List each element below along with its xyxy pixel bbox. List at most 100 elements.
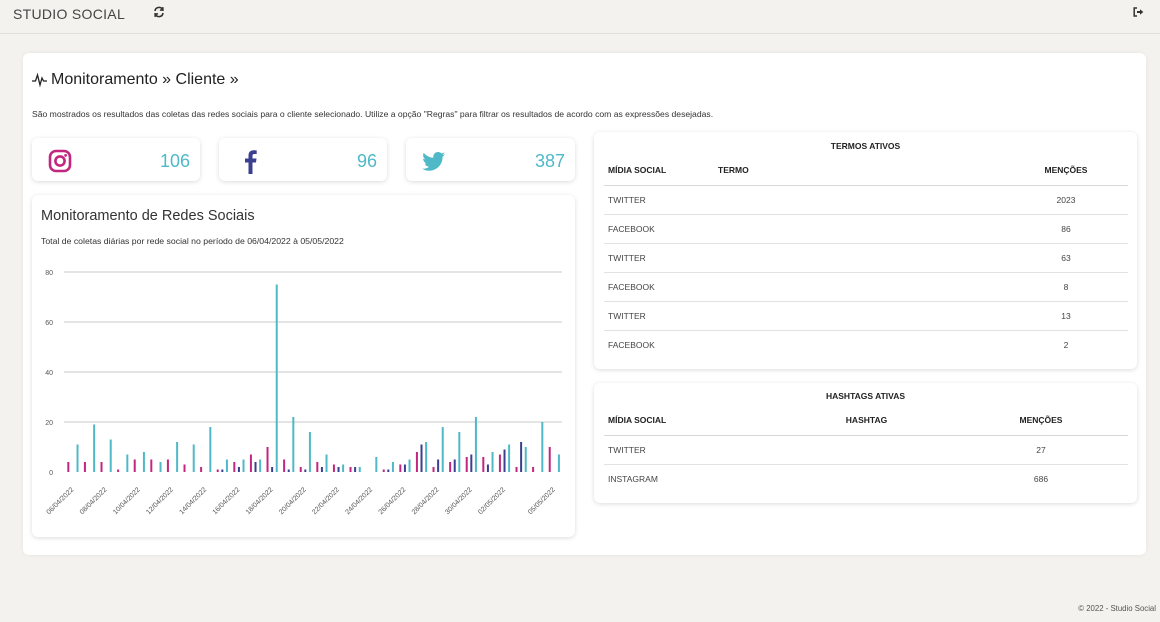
bar[interactable] bbox=[408, 459, 411, 473]
termos-row[interactable]: TWITTER 13 bbox=[604, 301, 1128, 331]
bar[interactable] bbox=[524, 447, 527, 472]
bar[interactable] bbox=[176, 442, 179, 472]
bar[interactable] bbox=[271, 467, 274, 472]
bar[interactable] bbox=[387, 469, 390, 473]
bar[interactable] bbox=[470, 454, 473, 473]
bar[interactable] bbox=[266, 447, 269, 472]
brand-name[interactable]: STUDIO SOCIAL bbox=[13, 6, 125, 22]
bar[interactable] bbox=[508, 444, 511, 473]
bar[interactable] bbox=[342, 464, 345, 473]
bar[interactable] bbox=[283, 459, 286, 473]
bar[interactable] bbox=[453, 459, 456, 473]
bar[interactable] bbox=[316, 462, 319, 472]
bar[interactable] bbox=[225, 459, 228, 473]
bar[interactable] bbox=[548, 447, 551, 472]
hashtags-row[interactable]: INSTAGRAM 686 bbox=[604, 464, 1128, 493]
bar[interactable] bbox=[375, 457, 378, 472]
bar[interactable] bbox=[354, 467, 357, 472]
bar[interactable] bbox=[432, 467, 435, 472]
bar[interactable] bbox=[159, 462, 162, 472]
bar[interactable] bbox=[337, 467, 340, 472]
bar[interactable] bbox=[242, 459, 245, 473]
x-tick-label: 02/05/2022 bbox=[477, 486, 507, 516]
facebook-stat-card[interactable]: 96 bbox=[219, 138, 387, 181]
bar[interactable] bbox=[515, 467, 518, 472]
bar[interactable] bbox=[491, 452, 494, 472]
hashtags-cell-midia: INSTAGRAM bbox=[608, 473, 658, 484]
bar[interactable] bbox=[420, 444, 423, 473]
bar[interactable] bbox=[183, 464, 186, 473]
bar[interactable] bbox=[503, 449, 506, 473]
hashtags-col-hashtag: HASHTAG bbox=[779, 405, 954, 436]
bar[interactable] bbox=[192, 444, 195, 473]
x-tick-label: 30/04/2022 bbox=[444, 486, 474, 516]
termos-cell-termo bbox=[714, 214, 1004, 244]
instagram-stat-card[interactable]: 106 bbox=[32, 138, 200, 181]
termos-row[interactable]: FACEBOOK 86 bbox=[604, 214, 1128, 244]
bar[interactable] bbox=[299, 467, 302, 472]
bar[interactable] bbox=[403, 464, 406, 473]
termos-row[interactable]: TWITTER 2023 bbox=[604, 185, 1128, 215]
bar[interactable] bbox=[399, 464, 402, 473]
logout-icon[interactable] bbox=[1133, 7, 1147, 23]
termos-row[interactable]: FACEBOOK 2 bbox=[604, 330, 1128, 359]
bar[interactable] bbox=[325, 454, 328, 473]
bar[interactable] bbox=[520, 442, 523, 472]
hashtags-row[interactable]: TWITTER 27 bbox=[604, 435, 1128, 465]
bar[interactable] bbox=[437, 459, 440, 473]
bar[interactable] bbox=[249, 454, 252, 473]
bar[interactable] bbox=[458, 432, 461, 472]
bar[interactable] bbox=[292, 417, 295, 472]
pulse-icon bbox=[32, 72, 47, 88]
bar[interactable] bbox=[482, 457, 485, 472]
refresh-icon[interactable] bbox=[153, 6, 167, 22]
bar[interactable] bbox=[83, 462, 86, 472]
instagram-count: 106 bbox=[159, 151, 190, 171]
bar[interactable] bbox=[133, 459, 136, 473]
bar[interactable] bbox=[275, 284, 278, 473]
bar[interactable] bbox=[76, 444, 79, 473]
bar[interactable] bbox=[349, 467, 352, 472]
bar[interactable] bbox=[259, 459, 262, 473]
termos-cell-midia: TWITTER bbox=[604, 185, 714, 215]
termos-row[interactable]: TWITTER 63 bbox=[604, 243, 1128, 273]
bar[interactable] bbox=[67, 462, 70, 472]
bar[interactable] bbox=[200, 467, 203, 472]
bar[interactable] bbox=[209, 427, 212, 472]
bar[interactable] bbox=[498, 454, 501, 473]
bar[interactable] bbox=[233, 462, 236, 472]
bar[interactable] bbox=[221, 469, 224, 473]
bar[interactable] bbox=[465, 457, 468, 472]
bar[interactable] bbox=[557, 454, 560, 473]
bar[interactable] bbox=[304, 469, 307, 473]
bar[interactable] bbox=[441, 427, 444, 472]
bar[interactable] bbox=[126, 454, 129, 473]
bar[interactable] bbox=[150, 459, 153, 473]
bar[interactable] bbox=[320, 467, 323, 472]
bar[interactable] bbox=[486, 464, 489, 473]
bar[interactable] bbox=[382, 469, 385, 473]
bar[interactable] bbox=[308, 432, 311, 472]
bar[interactable] bbox=[254, 462, 257, 472]
bar[interactable] bbox=[237, 467, 240, 472]
bar[interactable] bbox=[117, 469, 120, 473]
bar[interactable] bbox=[287, 469, 290, 473]
bar[interactable] bbox=[541, 422, 544, 472]
bar[interactable] bbox=[474, 417, 477, 472]
termos-row[interactable]: FACEBOOK 8 bbox=[604, 272, 1128, 302]
twitter-stat-card[interactable]: 387 bbox=[406, 138, 575, 181]
bar[interactable] bbox=[100, 462, 103, 472]
bar[interactable] bbox=[415, 452, 418, 472]
bar[interactable] bbox=[358, 467, 361, 472]
bar[interactable] bbox=[532, 467, 535, 472]
bar[interactable] bbox=[216, 469, 219, 473]
x-tick-label: 22/04/2022 bbox=[311, 486, 341, 516]
bar[interactable] bbox=[425, 442, 428, 472]
bar[interactable] bbox=[391, 462, 394, 472]
bar[interactable] bbox=[449, 462, 452, 472]
bar[interactable] bbox=[332, 464, 335, 473]
bar[interactable] bbox=[142, 452, 145, 472]
bar[interactable] bbox=[109, 439, 112, 473]
bar[interactable] bbox=[166, 459, 169, 473]
bar[interactable] bbox=[93, 424, 96, 473]
